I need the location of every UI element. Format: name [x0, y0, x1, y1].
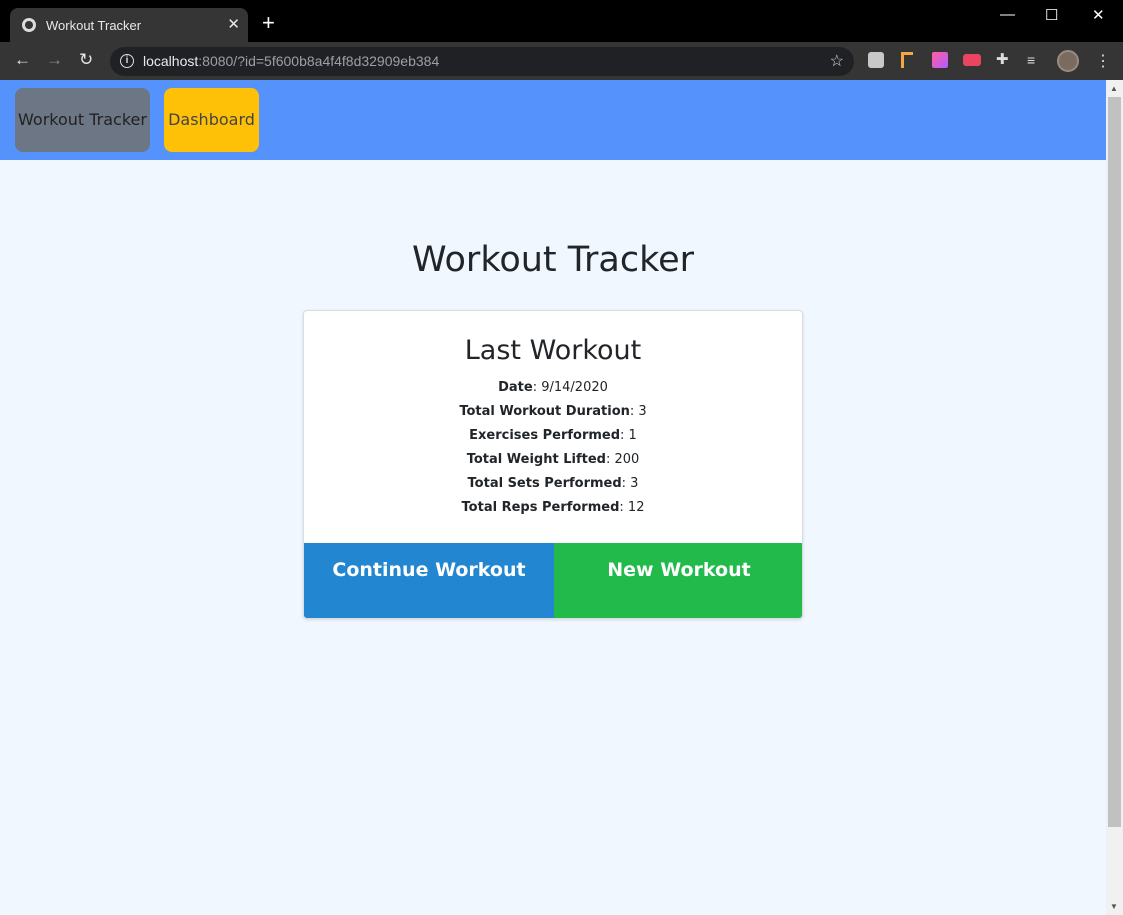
- new-tab-button[interactable]: +: [262, 12, 275, 34]
- nav-workout-tracker-button[interactable]: Workout Tracker: [15, 88, 150, 152]
- stat-duration: Total Workout Duration: 3: [459, 404, 647, 419]
- media-control-icon[interactable]: ≡: [1027, 52, 1043, 68]
- browser-tabbar: Workout Tracker ✕ + — ☐ ✕: [0, 0, 1123, 42]
- scrollbar-thumb[interactable]: [1108, 97, 1121, 827]
- address-bar[interactable]: i localhost:8080/?id=5f600b8a4f4f8d32909…: [110, 47, 854, 76]
- stat-weight: Total Weight Lifted: 200: [466, 452, 640, 467]
- minimize-icon[interactable]: —: [1000, 6, 1015, 23]
- nav-dashboard-button[interactable]: Dashboard: [164, 88, 259, 152]
- star-icon[interactable]: ☆: [830, 51, 844, 71]
- url-text[interactable]: localhost:8080/?id=5f600b8a4f4f8d32909eb…: [143, 53, 439, 69]
- media-icon[interactable]: [963, 54, 981, 66]
- workout-stats: Date: 9/14/2020 Total Workout Duration: …: [304, 376, 802, 520]
- scroll-down-icon[interactable]: ▼: [1110, 902, 1118, 911]
- extension-icon[interactable]: [932, 52, 948, 68]
- continue-workout-button[interactable]: Continue Workout: [304, 543, 554, 618]
- stat-sets: Total Sets Performed: 3: [467, 476, 639, 491]
- puzzle-icon[interactable]: ✚: [996, 52, 1012, 68]
- extension-icon[interactable]: [901, 52, 913, 68]
- forward-button[interactable]: →: [46, 51, 63, 69]
- back-button[interactable]: ←: [14, 51, 31, 69]
- new-workout-button[interactable]: New Workout: [554, 543, 802, 618]
- browser-tab[interactable]: Workout Tracker ✕: [10, 8, 248, 42]
- stat-date: Date: 9/14/2020: [498, 380, 608, 395]
- page-title: Workout Tracker: [411, 240, 695, 280]
- stat-reps: Total Reps Performed: 12: [461, 500, 645, 515]
- avatar[interactable]: [1057, 50, 1079, 72]
- last-workout-card: Last Workout Date: 9/14/2020 Total Worko…: [303, 310, 803, 619]
- stat-exercises: Exercises Performed: 1: [469, 428, 637, 443]
- reload-button[interactable]: ↻: [79, 51, 93, 69]
- extension-icon[interactable]: [868, 52, 884, 68]
- site-navbar: Workout Tracker Dashboard: [0, 80, 1106, 160]
- tab-title: Workout Tracker: [46, 18, 142, 33]
- page-viewport: Workout Tracker Dashboard Workout Tracke…: [0, 80, 1106, 915]
- browser-toolbar: ← → ↻ i localhost:8080/?id=5f600b8a4f4f8…: [0, 42, 1123, 80]
- scroll-up-icon[interactable]: ▲: [1110, 84, 1118, 93]
- card-actions: Continue Workout New Workout: [304, 543, 802, 618]
- close-window-icon[interactable]: ✕: [1092, 6, 1105, 24]
- globe-icon: [22, 18, 36, 32]
- maximize-icon[interactable]: ☐: [1045, 6, 1058, 24]
- tab-close-icon[interactable]: ✕: [227, 15, 240, 33]
- card-title: Last Workout: [464, 335, 642, 366]
- page-scrollbar[interactable]: ▲ ▼: [1106, 80, 1123, 915]
- menu-icon[interactable]: ⋮: [1095, 51, 1111, 71]
- info-icon[interactable]: i: [120, 54, 134, 68]
